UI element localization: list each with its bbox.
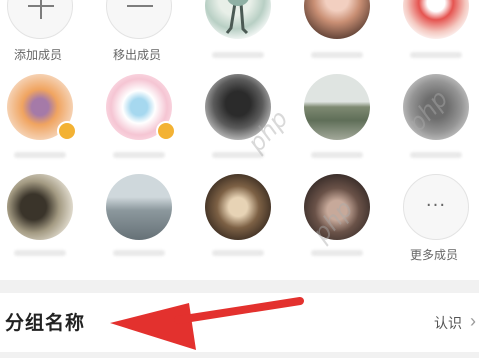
more-members-button[interactable]: ···: [403, 174, 469, 240]
member-name-blurred: [311, 152, 363, 158]
more-members-label: 更多成员: [409, 248, 458, 262]
plus-icon-stem: [40, 0, 42, 19]
add-member-label: 添加成员: [13, 48, 62, 62]
group-name-value: 认识: [434, 315, 462, 331]
member-badge-icon: [57, 121, 77, 141]
member-avatar[interactable]: [304, 74, 370, 140]
member-avatar[interactable]: [304, 0, 370, 39]
member-name-blurred: [311, 250, 363, 256]
member-avatar[interactable]: [205, 74, 271, 140]
member-name-blurred: [212, 152, 264, 158]
member-avatar[interactable]: [106, 174, 172, 240]
member-name-blurred: [113, 152, 165, 158]
member-avatar[interactable]: [205, 174, 271, 240]
remove-member-button[interactable]: [106, 0, 172, 39]
member-name-blurred: [212, 250, 264, 256]
member-avatar[interactable]: [403, 0, 469, 39]
member-avatar[interactable]: [304, 174, 370, 240]
member-name-blurred: [311, 52, 363, 58]
member-name-blurred: [14, 152, 66, 158]
member-name-blurred: [212, 52, 264, 58]
member-name-blurred: [410, 152, 462, 158]
chevron-right-icon: ›: [470, 311, 476, 331]
member-avatar[interactable]: [7, 174, 73, 240]
remove-member-label: 移出成员: [112, 48, 161, 62]
minus-icon: [127, 5, 153, 7]
group-name-row[interactable]: 分组名称 认识 ›: [0, 293, 479, 352]
member-avatar[interactable]: [403, 74, 469, 140]
member-name-blurred: [410, 52, 462, 58]
group-name-title: 分组名称: [5, 313, 86, 334]
more-dots-icon: ···: [425, 194, 447, 216]
member-name-blurred: [113, 250, 165, 256]
add-member-button[interactable]: [7, 0, 73, 39]
avatar-figure-graphic: [225, 0, 249, 35]
member-badge-icon: [156, 121, 176, 141]
group-members-panel: 添加成员 移出成员 ··· 更多成员 php php php: [0, 0, 479, 280]
member-name-blurred: [14, 250, 66, 256]
member-avatar[interactable]: [205, 0, 271, 39]
